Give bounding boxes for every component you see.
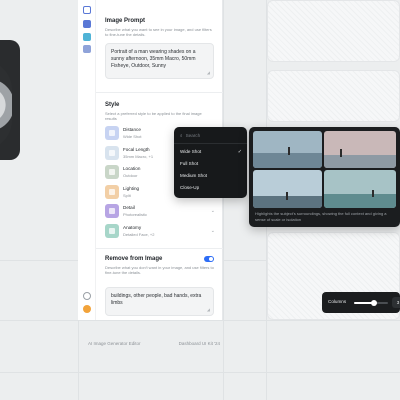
- style-row[interactable]: Anatomy Detailed Face, +2 ⌄: [105, 223, 215, 241]
- style-section: Style Select a preferred style to be app…: [96, 102, 223, 121]
- layers-icon[interactable]: [83, 33, 91, 41]
- remove-input[interactable]: buildings, other people, bad hands, extr…: [105, 287, 214, 317]
- dropdown-item[interactable]: Medium Shot: [180, 173, 242, 178]
- dropdown-search[interactable]: ⌕ Search: [180, 133, 200, 138]
- remove-title: Remove from Image: [105, 256, 163, 262]
- resize-icon[interactable]: ◢: [207, 306, 210, 313]
- preview-photo: [253, 131, 322, 168]
- style-row-value: Detailed Face, +2: [123, 231, 155, 237]
- preview-photo: [324, 170, 396, 208]
- grid-icon[interactable]: [83, 45, 91, 53]
- remove-section: Remove from Image Describe what you don'…: [96, 256, 223, 317]
- image-prompt-description: Describe what you want to see in your im…: [105, 27, 212, 38]
- style-thumbnail: [105, 184, 119, 199]
- style-row-label: Lighting: [123, 185, 140, 191]
- preview-caption: Highlights the subject's surroundings, s…: [255, 211, 387, 222]
- camera-photo: [0, 0, 50, 170]
- settings-icon[interactable]: [83, 292, 91, 300]
- divider: [96, 92, 223, 93]
- dropdown-item-label: Full Shot: [180, 161, 199, 166]
- grid-line: [0, 372, 400, 373]
- columns-value[interactable]: 3: [392, 297, 400, 308]
- remove-description: Describe what you don't want in your ima…: [105, 265, 214, 276]
- style-row-value: Wide Shot: [123, 134, 142, 139]
- image-prompt-section: Image Prompt Describe what you want to s…: [96, 18, 223, 80]
- style-thumbnail: [105, 223, 119, 238]
- divider: [174, 143, 247, 144]
- dropdown-item-label: Wide Shot: [180, 149, 202, 154]
- resize-icon[interactable]: ◢: [207, 69, 210, 76]
- style-description: Select a preferred style to be applied t…: [105, 111, 202, 122]
- style-row-label: Anatomy: [123, 224, 142, 230]
- dropdown-item[interactable]: Full Shot: [180, 161, 242, 166]
- style-row-label: Focal Length: [123, 146, 150, 152]
- columns-slider[interactable]: [354, 300, 388, 306]
- dropdown-item-label: Medium Shot: [180, 173, 208, 178]
- check-icon: ✓: [237, 149, 242, 155]
- dropdown-item[interactable]: Close-Up: [180, 185, 242, 190]
- style-preview: Highlights the subject's surroundings, s…: [249, 127, 400, 227]
- style-thumbnail: [105, 126, 119, 140]
- footer-right: Dashboard UI Kit '24: [178, 341, 220, 346]
- image-prompt-text: Portrait of a man wearing shades on a su…: [111, 49, 196, 70]
- image-prompt-title: Image Prompt: [105, 18, 146, 24]
- footer-left: AI Image Generator Editor: [88, 341, 141, 346]
- style-row-value: Photorealistic: [123, 212, 148, 217]
- remove-text: buildings, other people, bad hands, extr…: [111, 293, 202, 307]
- style-row-value: Split: [123, 192, 131, 198]
- avatar[interactable]: [83, 305, 91, 313]
- crop-icon[interactable]: [83, 6, 91, 14]
- style-row[interactable]: Detail Photorealistic ⌄: [105, 204, 215, 221]
- style-row-label: Detail: [123, 205, 135, 210]
- search-icon: ⌕: [180, 133, 183, 138]
- style-thumbnail: [105, 145, 119, 160]
- image-placeholder: [267, 70, 400, 122]
- image-placeholder: [267, 0, 400, 62]
- style-title: Style: [105, 102, 120, 108]
- search-placeholder: Search: [185, 133, 201, 138]
- tool-rail: [78, 0, 96, 320]
- dropdown-item[interactable]: Wide Shot ✓: [180, 149, 242, 155]
- style-row-value: 35mm Macro, +1: [123, 153, 154, 159]
- distance-dropdown: ⌕ Search Wide Shot ✓ Full Shot Medium Shot Cl…: [174, 127, 247, 198]
- grid-line: [0, 320, 400, 321]
- style-thumbnail: [105, 165, 119, 179]
- preview-photo: [253, 170, 322, 208]
- style-row-label: Location: [123, 166, 141, 171]
- style-row-value: Outdoor: [123, 173, 138, 178]
- image-icon[interactable]: [83, 20, 91, 28]
- columns-control: Columns 3: [322, 292, 400, 313]
- columns-slider-handle[interactable]: [371, 300, 378, 306]
- image-prompt-input[interactable]: Portrait of a man wearing shades on a su…: [105, 43, 214, 80]
- grid-line: [223, 0, 224, 400]
- columns-label: Columns: [328, 299, 347, 304]
- divider: [96, 248, 223, 249]
- chevron-down-icon[interactable]: ⌄: [211, 208, 215, 214]
- preview-photo: [324, 131, 396, 168]
- style-thumbnail: [105, 204, 119, 218]
- style-row-label: Distance: [123, 127, 141, 132]
- remove-toggle[interactable]: [204, 256, 214, 262]
- chevron-down-icon[interactable]: ⌄: [211, 228, 215, 234]
- dropdown-item-label: Close-Up: [180, 185, 200, 190]
